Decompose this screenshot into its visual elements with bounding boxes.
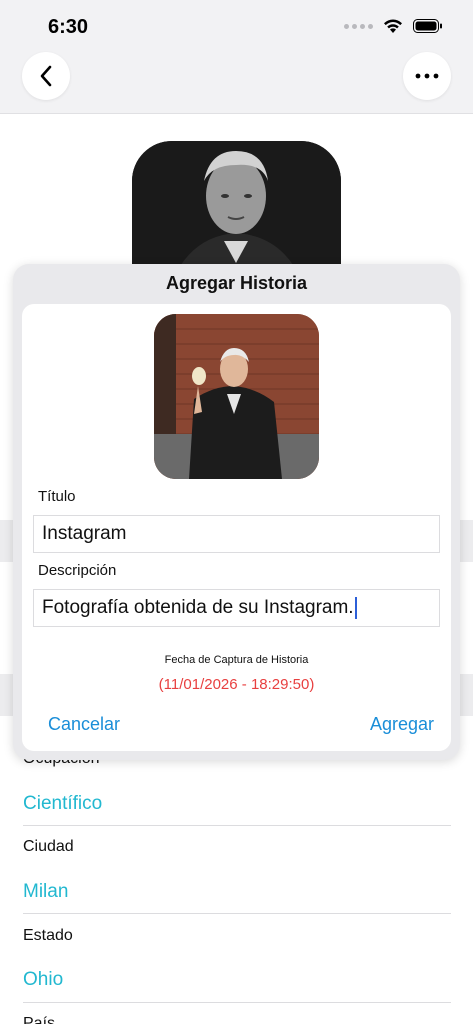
- dialog-title: Agregar Historia: [165, 273, 308, 293]
- status-icons: [344, 18, 443, 34]
- occupation-value[interactable]: Científico: [23, 793, 102, 815]
- add-button[interactable]: Agregar: [370, 714, 434, 735]
- description-input[interactable]: Fotografía obtenida de su Instagram.: [33, 589, 440, 627]
- chevron-left-icon: [40, 65, 52, 87]
- capture-date-value: (11/01/2026 - 18:29:50): [158, 676, 315, 693]
- ellipsis-icon: [415, 73, 439, 79]
- navigation-bar: [0, 56, 473, 114]
- text-caret: [354, 597, 357, 619]
- story-photo[interactable]: [154, 314, 319, 479]
- divider: [23, 825, 451, 826]
- capture-date-label: Fecha de Captura de Historia: [164, 654, 309, 666]
- dialog-card: Título Instagram Descripción Fotografía …: [22, 304, 451, 751]
- state-value[interactable]: Ohio: [23, 969, 63, 991]
- cancel-button[interactable]: Cancelar: [48, 714, 120, 735]
- cellular-signal-icon: [344, 23, 373, 29]
- city-value[interactable]: Milan: [23, 881, 68, 903]
- wifi-icon: [384, 19, 402, 33]
- status-bar: 6:30: [0, 0, 473, 56]
- status-time: 6:30: [48, 16, 89, 38]
- back-button[interactable]: [22, 52, 70, 100]
- title-input-value: Instagram: [42, 523, 127, 544]
- more-options-button[interactable]: [403, 52, 451, 100]
- country-label: País: [23, 1015, 56, 1024]
- city-label: Ciudad: [23, 838, 74, 855]
- profile-photo: [132, 141, 341, 281]
- description-input-value: Fotografía obtenida de su Instagram.: [42, 597, 354, 618]
- divider: [23, 913, 451, 914]
- add-story-dialog: Agregar Historia Título Instagram Descri…: [13, 264, 460, 760]
- battery-icon: [413, 19, 442, 33]
- title-field-label: Título: [38, 488, 76, 505]
- divider: [23, 1002, 451, 1003]
- state-label: Estado: [23, 927, 73, 944]
- description-field-label: Descripción: [38, 562, 117, 579]
- title-input[interactable]: Instagram: [33, 515, 440, 553]
